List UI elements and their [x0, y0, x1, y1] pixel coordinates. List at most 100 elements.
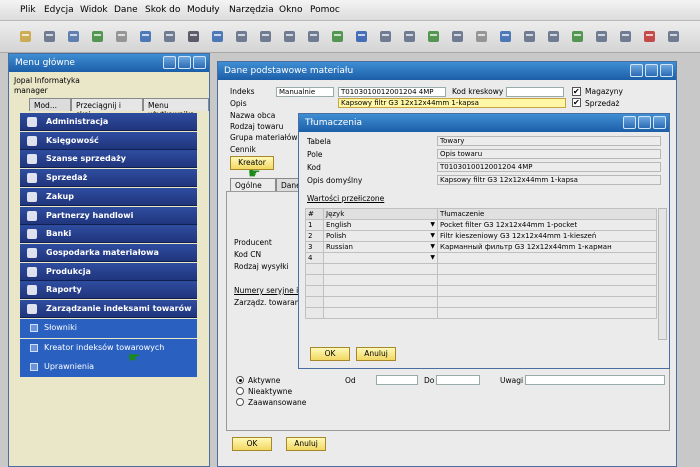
radio-zaawansowane[interactable] — [236, 398, 244, 406]
language-cell[interactable] — [323, 263, 438, 275]
module-7[interactable]: Gospodarka materiałowa — [20, 243, 197, 262]
radio-nieaktywne[interactable] — [236, 387, 244, 395]
language-cell[interactable] — [323, 285, 438, 297]
menu-narzedzia[interactable]: Narzędzia — [229, 5, 274, 15]
locate-icon[interactable] — [210, 29, 225, 44]
table-row[interactable] — [305, 307, 657, 319]
refresh-icon[interactable] — [330, 29, 345, 44]
dropdown-arrow-icon[interactable]: ▼ — [430, 232, 435, 239]
minimize-icon[interactable] — [163, 56, 176, 69]
calendar-icon[interactable] — [522, 29, 537, 44]
radio-aktywne[interactable] — [236, 376, 244, 384]
table-row[interactable] — [305, 263, 657, 275]
translation-cell[interactable] — [437, 296, 657, 308]
translation-cell[interactable]: Pocket filter G3 12x12x44mm 1-pocket — [437, 219, 657, 231]
module-4[interactable]: Zakup — [20, 187, 197, 206]
msg-icon[interactable] — [618, 29, 633, 44]
language-cell[interactable]: English ▼ — [323, 219, 438, 231]
chart-icon[interactable] — [426, 29, 441, 44]
translations-cancel-button[interactable]: Anuluj — [356, 347, 396, 361]
translations-scrollbar[interactable] — [658, 208, 667, 340]
save-icon[interactable] — [138, 29, 153, 44]
table-row[interactable]: 2 Polish ▼ Filtr kieszeniowy G3 12x12x44mm … — [305, 230, 657, 242]
translation-cell[interactable] — [437, 263, 657, 275]
close-icon[interactable] — [653, 116, 666, 129]
module-1[interactable]: Księgowość — [20, 131, 197, 150]
menu-moduly[interactable]: Moduły — [187, 5, 220, 15]
module-2[interactable]: Szanse sprzedaży — [20, 150, 197, 169]
table-row[interactable]: 1 English ▼ Pocket filter G3 12x12x44mm 1-p… — [305, 219, 657, 231]
minimize-icon[interactable] — [630, 64, 643, 77]
prev-icon[interactable] — [258, 29, 273, 44]
maximize-icon[interactable] — [645, 64, 658, 77]
table-row[interactable]: 3 Russian ▼ Карманный фильтр G3 12x12x44mm … — [305, 241, 657, 253]
filter-icon[interactable] — [354, 29, 369, 44]
subitem-0[interactable]: Słowniki — [20, 319, 197, 338]
maximize-icon[interactable] — [178, 56, 191, 69]
doc-icon[interactable] — [402, 29, 417, 44]
language-cell[interactable]: Russian ▼ — [323, 241, 438, 253]
export-icon[interactable] — [114, 29, 129, 44]
module-3[interactable]: Sprzedaż — [20, 169, 197, 188]
opis-input[interactable]: Kapsowy filtr G3 12x12x44mm 1-kapsa — [338, 98, 566, 108]
module-5[interactable]: Partnerzy handlowi — [20, 206, 197, 225]
folder-icon[interactable] — [18, 29, 33, 44]
form-icon[interactable] — [594, 29, 609, 44]
indeks-input[interactable]: T0103010012001204 4MP — [338, 87, 446, 97]
translation-cell[interactable]: Filtr kieszeniowy G3 12x12x44mm 1-kiesze… — [437, 230, 657, 242]
menu-plik[interactable]: Plik — [20, 5, 36, 15]
menu-pomoc[interactable]: Pomoc — [310, 5, 340, 15]
language-cell[interactable] — [323, 274, 438, 286]
module-6[interactable]: Banki — [20, 225, 197, 244]
tab-drag-relate[interactable]: Przeciągnij i skoj... — [71, 98, 143, 119]
od-input[interactable] — [376, 375, 418, 385]
menu-dane[interactable]: Dane — [114, 5, 138, 15]
calc-icon[interactable] — [474, 29, 489, 44]
barcode-input[interactable] — [506, 87, 564, 97]
module-8[interactable]: Produkcja — [20, 262, 197, 281]
check-icon[interactable] — [570, 29, 585, 44]
do-input[interactable] — [436, 375, 480, 385]
language-cell[interactable] — [323, 296, 438, 308]
menu-okno[interactable]: Okno — [279, 5, 303, 15]
close-icon[interactable] — [660, 64, 673, 77]
item-ok-button[interactable]: OK — [232, 437, 272, 451]
preview-icon[interactable] — [66, 29, 81, 44]
translation-cell[interactable] — [437, 252, 657, 264]
last-icon[interactable] — [306, 29, 321, 44]
menu-skok-do[interactable]: Skok do — [145, 5, 180, 15]
translation-cell[interactable]: Карманный фильтр G3 12x12x44mm 1-карман — [437, 241, 657, 253]
first-icon[interactable] — [234, 29, 249, 44]
settings-icon[interactable] — [546, 29, 561, 44]
indeks-mode-select[interactable]: Manualnie — [276, 87, 334, 97]
module-0[interactable]: Administracja — [20, 113, 197, 131]
table-row[interactable] — [305, 285, 657, 297]
language-cell[interactable]: Polish ▼ — [323, 230, 438, 242]
item-cancel-button[interactable]: Anuluj — [286, 437, 326, 451]
table-row[interactable] — [305, 274, 657, 286]
dropdown-arrow-icon[interactable]: ▼ — [430, 254, 435, 261]
module-10[interactable]: Zarządzanie indeksami towarów — [20, 300, 197, 318]
alert-icon[interactable] — [642, 29, 657, 44]
tab-user-menu[interactable]: Menu użytkownika — [143, 98, 209, 119]
exit-icon[interactable] — [666, 29, 681, 44]
table-row[interactable]: 4 ▼ — [305, 252, 657, 264]
dropdown-arrow-icon[interactable]: ▼ — [430, 243, 435, 250]
print-icon[interactable] — [42, 29, 57, 44]
table-row[interactable] — [305, 296, 657, 308]
module-9[interactable]: Raporty — [20, 281, 197, 300]
help-icon[interactable] — [498, 29, 513, 44]
maximize-icon[interactable] — [638, 116, 651, 129]
sprzedaz-checkbox[interactable]: ✔ — [572, 98, 581, 107]
close-icon[interactable] — [193, 56, 206, 69]
uwagi-input[interactable] — [525, 375, 665, 385]
tab-modules[interactable]: Mod... — [29, 98, 71, 111]
translation-cell[interactable] — [437, 285, 657, 297]
mail-icon[interactable] — [162, 29, 177, 44]
sort-icon[interactable] — [378, 29, 393, 44]
subitem-2[interactable]: Uprawnienia — [20, 358, 197, 377]
translation-cell[interactable] — [437, 307, 657, 319]
language-cell[interactable]: ▼ — [323, 252, 438, 264]
minimize-icon[interactable] — [623, 116, 636, 129]
translation-cell[interactable] — [437, 274, 657, 286]
